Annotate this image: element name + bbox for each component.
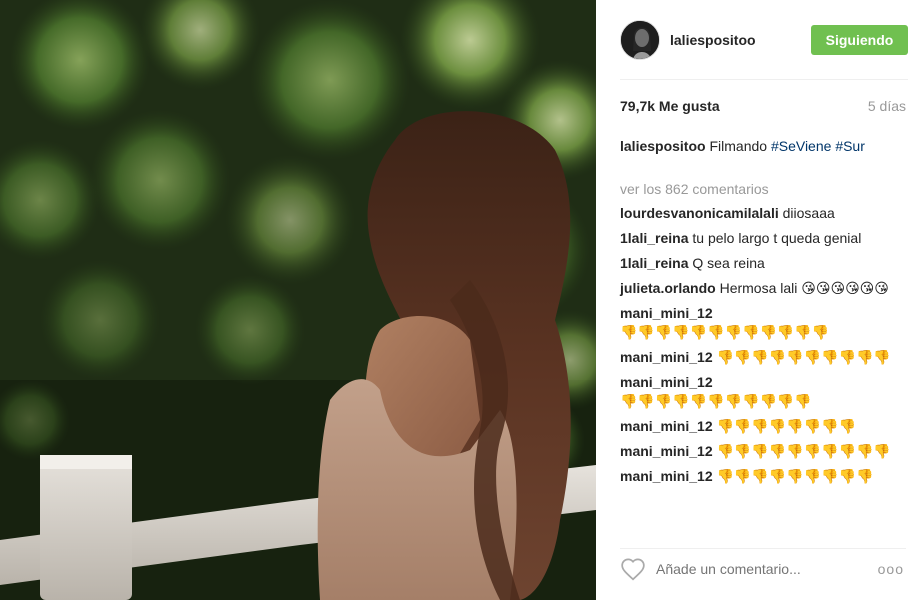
post-header: laliespositoo Siguiendo [620, 0, 908, 80]
comment-text: Q sea reina [692, 255, 765, 271]
thumbs-down-emoji-icon: 👎👎👎👎👎👎👎👎👎👎👎👎 [620, 325, 830, 341]
post-side-panel: laliespositoo Siguiendo 79,7k Me gusta 5… [596, 0, 914, 600]
comment-bar: ooo [620, 548, 906, 588]
hashtag-link[interactable]: #SeViene [771, 138, 831, 154]
post-time[interactable]: 5 días [868, 98, 906, 114]
add-comment-input[interactable] [656, 553, 878, 584]
comment-username[interactable]: julieta.orlando [620, 280, 716, 296]
username-link[interactable]: laliespositoo [670, 32, 811, 48]
comment-item: lourdesvanonicamilalali diiosaaa [620, 204, 896, 223]
comment-username[interactable]: 1lali_reina [620, 230, 689, 246]
thumbs-down-emoji-icon: 👎👎👎👎👎👎👎👎👎👎 [716, 444, 891, 460]
following-button[interactable]: Siguiendo [811, 24, 908, 55]
heart-icon[interactable] [620, 557, 646, 581]
comment-text: diiosaaa [782, 205, 835, 221]
hashtag-link[interactable]: #Sur [835, 138, 865, 154]
comment-item: 1lali_reina Q sea reina [620, 254, 896, 273]
comment-item: 1lali_reina tu pelo largo t queda genial [620, 229, 896, 248]
thumbs-down-emoji-icon: 👎👎👎👎👎👎👎👎👎 [716, 469, 874, 485]
post-stats: 79,7k Me gusta 5 días [620, 98, 906, 114]
view-all-comments-link[interactable]: ver los 862 comentarios [620, 181, 769, 197]
avatar-image [621, 20, 659, 59]
avatar[interactable] [620, 19, 660, 60]
comment-username[interactable]: mani_mini_12 [620, 374, 713, 390]
comment-username[interactable]: lourdesvanonicamilalali [620, 205, 779, 221]
comment-username[interactable]: mani_mini_12 [620, 418, 713, 434]
comment-username[interactable]: mani_mini_12 [620, 443, 713, 459]
comments-list: lourdesvanonicamilalali diiosaaa 1lali_r… [620, 204, 896, 492]
thumbs-down-emoji-icon: 👎👎👎👎👎👎👎👎👎👎 [716, 350, 891, 366]
comment-text: Hermosa lali [719, 280, 798, 296]
post-image [0, 0, 596, 600]
caption-username[interactable]: laliespositoo [620, 138, 706, 154]
comment-item: mani_mini_12 👎👎👎👎👎👎👎👎👎👎 [620, 348, 896, 367]
comment-item: julieta.orlando Hermosa lali 😘😘😘😘😘😘 [620, 279, 896, 298]
more-options-icon[interactable]: ooo [878, 561, 904, 577]
comment-item: mani_mini_12 👎👎👎👎👎👎👎👎👎👎👎👎 [620, 304, 896, 342]
comment-item: mani_mini_12 👎👎👎👎👎👎👎👎👎 [620, 467, 896, 486]
post-photo[interactable] [0, 0, 596, 600]
comment-item: mani_mini_12 👎👎👎👎👎👎👎👎👎👎👎 [620, 373, 896, 411]
kiss-emoji-icon: 😘😘😘😘😘😘 [801, 281, 889, 297]
comment-username[interactable]: 1lali_reina [620, 255, 689, 271]
caption-text: Filmando [709, 138, 768, 154]
likes-count[interactable]: 79,7k Me gusta [620, 98, 720, 114]
comment-item: mani_mini_12 👎👎👎👎👎👎👎👎 [620, 417, 896, 436]
thumbs-down-emoji-icon: 👎👎👎👎👎👎👎👎 [716, 419, 856, 435]
comment-text: tu pelo largo t queda genial [692, 230, 862, 246]
comment-username[interactable]: mani_mini_12 [620, 349, 713, 365]
comment-username[interactable]: mani_mini_12 [620, 305, 713, 321]
comment-username[interactable]: mani_mini_12 [620, 468, 713, 484]
post-caption: laliespositoo Filmando #SeViene #Sur [620, 137, 904, 155]
comment-item: mani_mini_12 👎👎👎👎👎👎👎👎👎👎 [620, 442, 896, 461]
thumbs-down-emoji-icon: 👎👎👎👎👎👎👎👎👎👎👎 [620, 394, 812, 410]
